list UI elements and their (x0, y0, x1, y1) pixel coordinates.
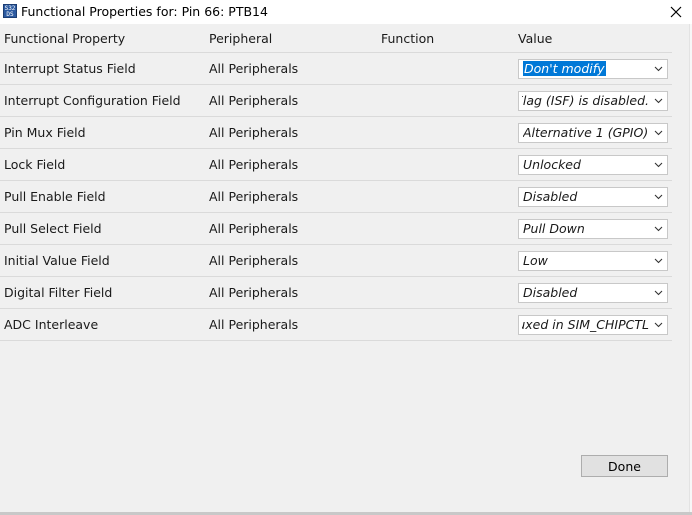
value-dropdown[interactable]: Low (518, 251, 668, 271)
value-label: Disabled (523, 189, 578, 204)
peripheral-name: All Peripherals (209, 253, 299, 268)
value-label: s Flag (ISF) is disabled. (522, 93, 649, 108)
peripheral-name: All Peripherals (209, 189, 299, 204)
peripheral-name: All Peripherals (209, 157, 299, 172)
chevron-down-icon[interactable] (651, 252, 665, 270)
chevron-down-icon[interactable] (651, 124, 665, 142)
property-name: ADC Interleave (4, 317, 99, 332)
peripheral-name: All Peripherals (209, 317, 299, 332)
chevron-down-icon[interactable] (651, 92, 665, 110)
value-text: s Flag (ISF) is disabled. (522, 92, 649, 110)
value-label: Don't modify (523, 61, 606, 76)
table-row[interactable]: Lock Field All Peripherals Unlocked (0, 149, 672, 181)
property-name: Interrupt Configuration Field (4, 93, 181, 108)
property-name: Digital Filter Field (4, 285, 113, 300)
value-label: Pull Down (523, 221, 585, 236)
value-dropdown[interactable]: Unlocked (518, 155, 668, 175)
value-text: Pull Down (523, 220, 649, 238)
table-row[interactable]: Digital Filter Field All Peripherals Disab… (0, 277, 672, 309)
value-label: Unlocked (523, 157, 581, 172)
close-button[interactable] (660, 0, 692, 24)
value-text: Low (523, 252, 649, 270)
value-label: Low (523, 253, 548, 268)
peripheral-name: All Peripherals (209, 61, 299, 76)
value-dropdown[interactable]: Alternative 1 (GPIO). (518, 123, 668, 143)
value-dropdown[interactable]: Disabled (518, 283, 668, 303)
value-text: Don't modify (523, 60, 649, 78)
value-text: Alternative 1 (GPIO). (523, 124, 649, 142)
chevron-down-icon[interactable] (651, 156, 665, 174)
peripheral-name: All Peripherals (209, 285, 299, 300)
chevron-down-icon[interactable] (651, 60, 665, 78)
title-bar: S32 DS Functional Properties for: Pin 66:… (0, 0, 692, 24)
header-peripheral[interactable]: Peripheral (209, 24, 272, 52)
value-label: Alternative 1 (GPIO). (523, 125, 649, 140)
property-name: Lock Field (4, 157, 66, 172)
table-row[interactable]: Pull Select Field All Peripherals Pull Dow… (0, 213, 672, 245)
table-row[interactable]: Pull Enable Field All Peripherals Disabled (0, 181, 672, 213)
properties-table: Functional Property Peripheral Function … (0, 24, 672, 341)
value-label: Disabled (523, 285, 578, 300)
value-text: ıuxed in SIM_CHIPCTL (522, 316, 649, 334)
app-icon: S32 DS (3, 4, 17, 18)
property-name: Pin Mux Field (4, 125, 86, 140)
table-row[interactable]: Interrupt Configuration Field All Periphe… (0, 85, 672, 117)
dialog-body: Functional Property Peripheral Function … (0, 24, 690, 512)
peripheral-name: All Peripherals (209, 93, 299, 108)
value-label: ıuxed in SIM_CHIPCTL (522, 317, 649, 332)
chevron-down-icon[interactable] (651, 220, 665, 238)
close-icon (670, 6, 682, 18)
table-row[interactable]: ADC Interleave All Peripherals ıuxed in SI… (0, 309, 672, 341)
peripheral-name: All Peripherals (209, 125, 299, 140)
property-name: Pull Enable Field (4, 189, 106, 204)
table-row[interactable]: Interrupt Status Field All Peripherals Don… (0, 53, 672, 85)
header-value[interactable]: Value (518, 24, 552, 52)
table-row[interactable]: Pin Mux Field All Peripherals Alternative … (0, 117, 672, 149)
peripheral-name: All Peripherals (209, 221, 299, 236)
property-name: Interrupt Status Field (4, 61, 136, 76)
chevron-down-icon[interactable] (651, 316, 665, 334)
done-button[interactable]: Done (581, 455, 668, 477)
table-row[interactable]: Initial Value Field All Peripherals Low (0, 245, 672, 277)
header-function[interactable]: Function (381, 24, 434, 52)
chevron-down-icon[interactable] (651, 188, 665, 206)
table-header: Functional Property Peripheral Function … (0, 24, 672, 53)
value-text: Disabled (523, 188, 649, 206)
property-name: Initial Value Field (4, 253, 110, 268)
property-name: Pull Select Field (4, 221, 102, 236)
value-text: Unlocked (523, 156, 649, 174)
value-text: Disabled (523, 284, 649, 302)
value-dropdown[interactable]: Don't modify (518, 59, 668, 79)
header-functional-property[interactable]: Functional Property (4, 24, 125, 52)
value-dropdown[interactable]: Disabled (518, 187, 668, 207)
value-dropdown[interactable]: ıuxed in SIM_CHIPCTL (518, 315, 668, 335)
value-dropdown[interactable]: s Flag (ISF) is disabled. (518, 91, 668, 111)
chevron-down-icon[interactable] (651, 284, 665, 302)
window-title: Functional Properties for: Pin 66: PTB14 (21, 4, 268, 19)
value-dropdown[interactable]: Pull Down (518, 219, 668, 239)
